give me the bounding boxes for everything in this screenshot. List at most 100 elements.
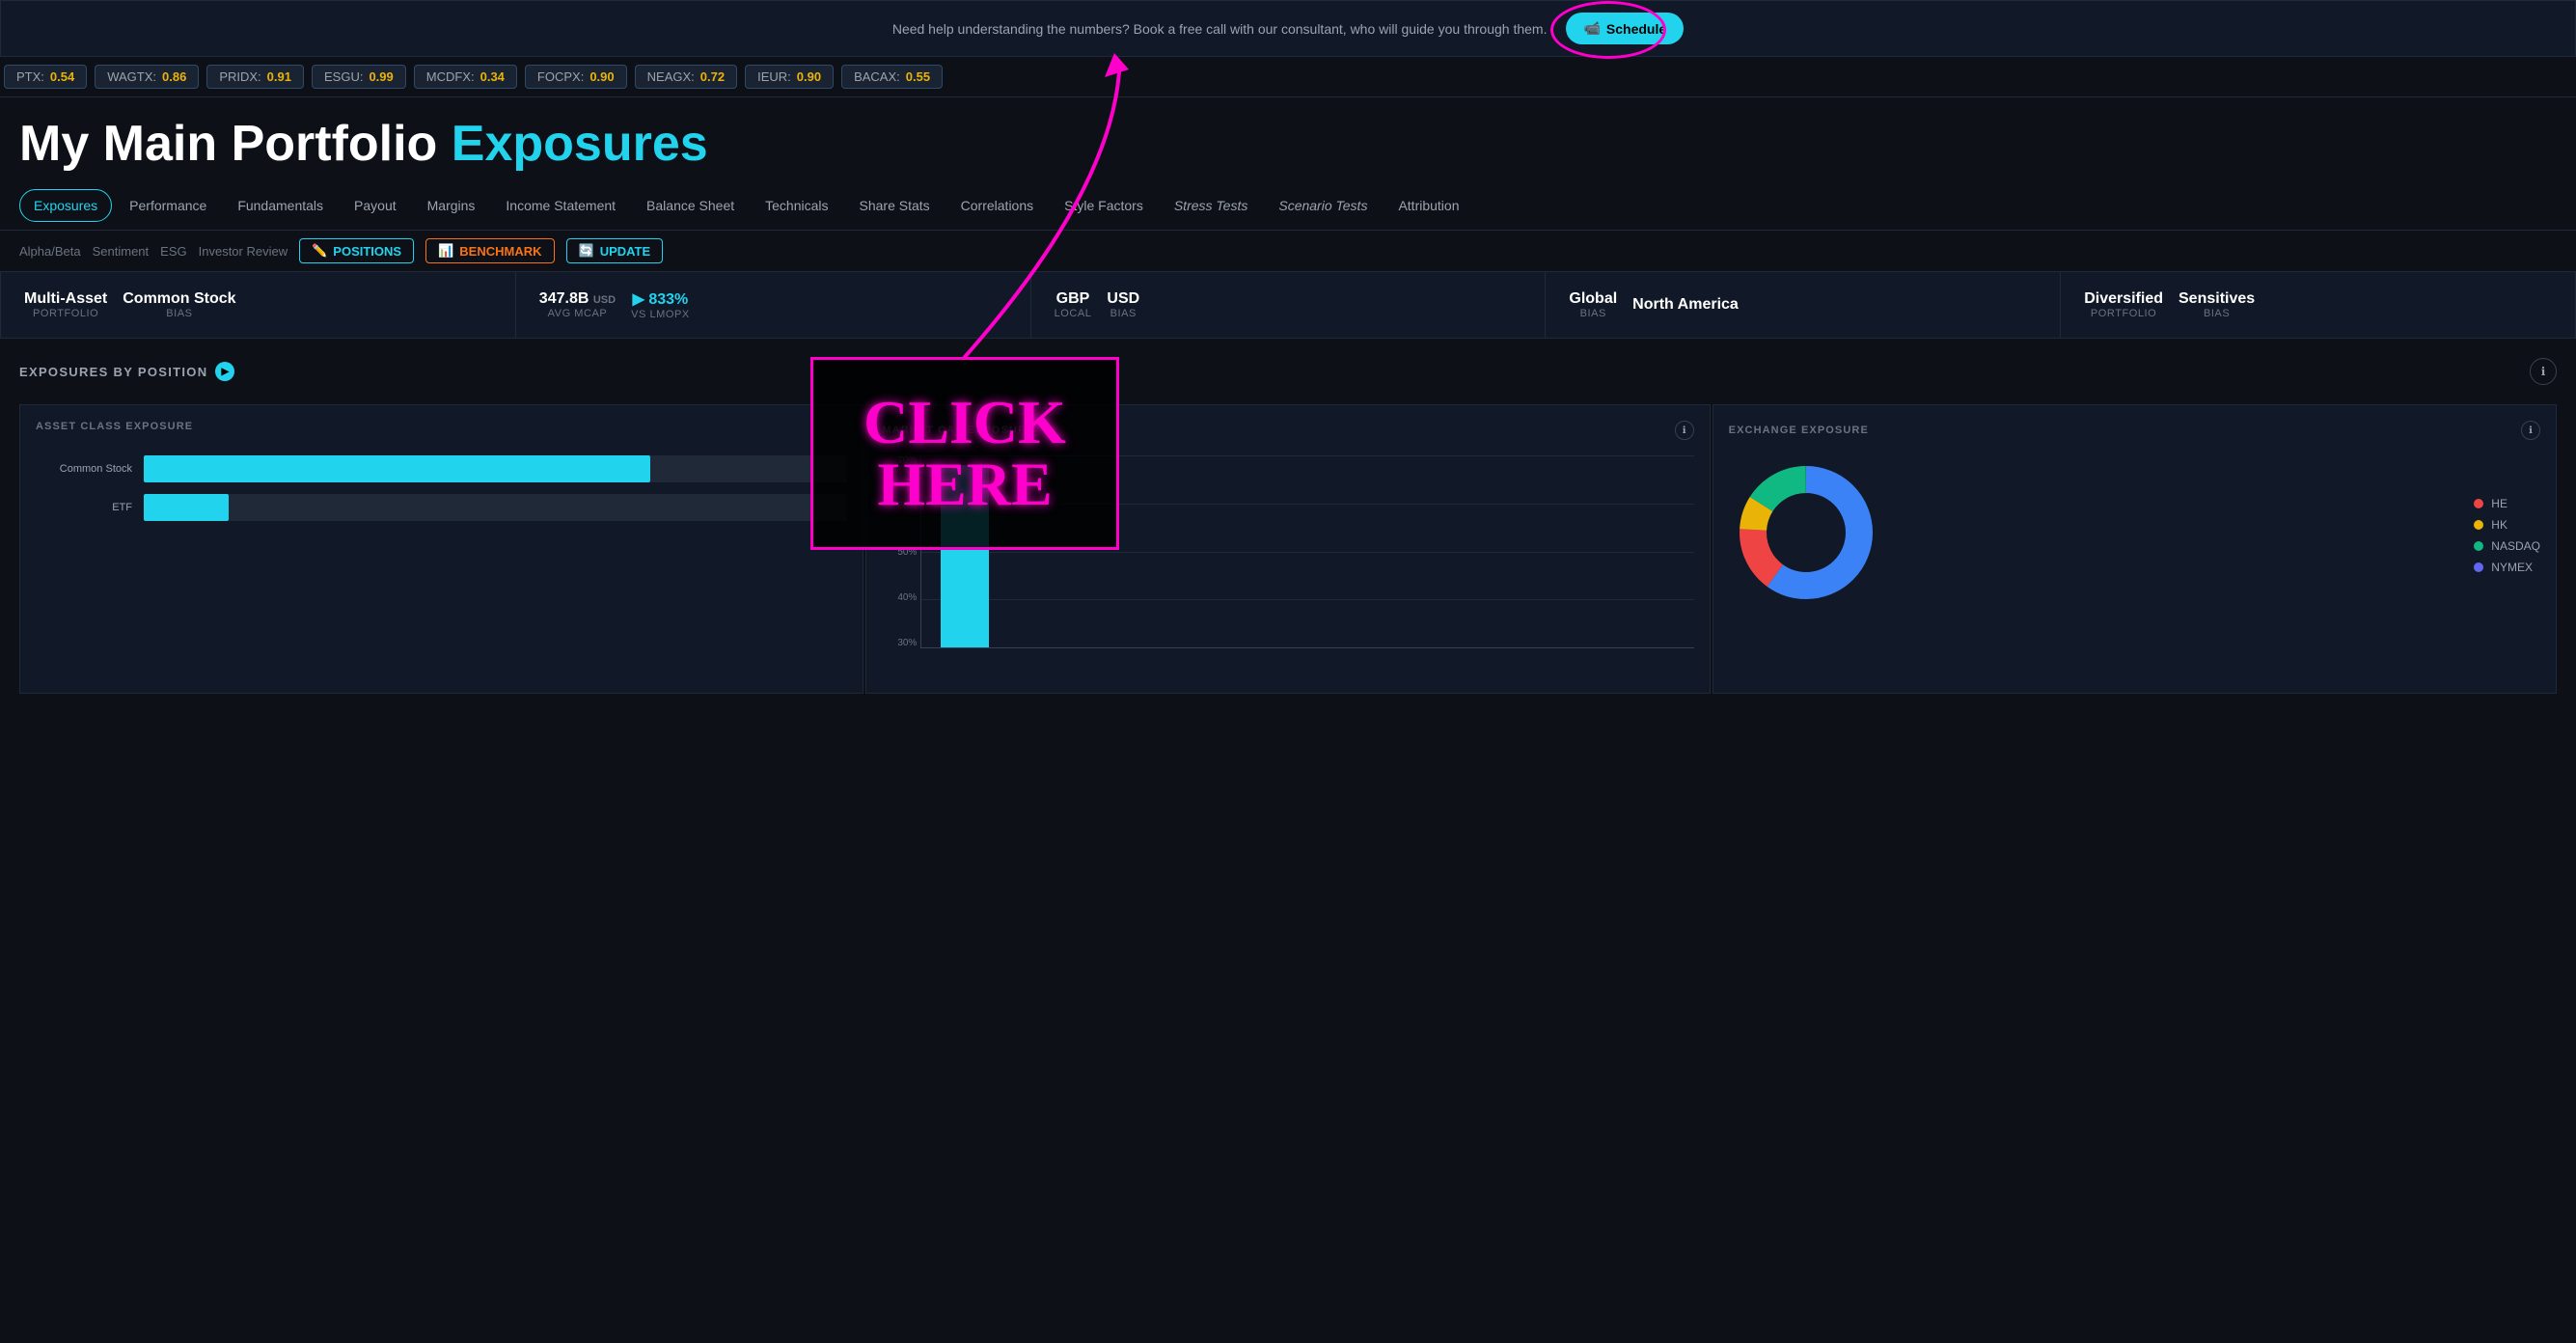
video-icon: 📹 xyxy=(1583,20,1600,37)
bar-row-etf: ETF xyxy=(36,494,847,521)
positions-label: POSITIONS xyxy=(333,244,401,259)
ticker-bar: PTX: 0.54 WAGTX: 0.86 PRIDX: 0.91 ESGU: … xyxy=(0,57,2576,97)
edit-icon: ✏️ xyxy=(312,243,327,259)
legend-label-nymex: NYMEX xyxy=(2491,561,2533,574)
ticker-esgu: ESGU: 0.99 xyxy=(312,65,406,89)
update-icon: 🔄 xyxy=(579,243,594,259)
stat-diversified: Diversified Portfolio xyxy=(2084,290,2163,319)
tab-stress-tests[interactable]: Stress Tests xyxy=(1161,190,1262,221)
tab-attribution[interactable]: Attribution xyxy=(1384,190,1472,221)
stats-bar: Multi-Asset Portfolio Common Stock Bias … xyxy=(0,271,2576,339)
ticker-neagx: NEAGX: 0.72 xyxy=(635,65,737,89)
ticker-wagtx: WAGTX: 0.86 xyxy=(95,65,199,89)
sub-nav-investor-review[interactable]: Investor Review xyxy=(199,244,288,259)
exchange-info-button[interactable]: ℹ xyxy=(2521,421,2540,440)
schedule-label: Schedule xyxy=(1606,21,1666,37)
stat-multi-asset: Multi-Asset Portfolio xyxy=(24,290,107,319)
benchmark-label: BENCHMARK xyxy=(459,244,541,259)
ticker-mcdfx: MCDFX: 0.34 xyxy=(414,65,517,89)
grid-line-70 xyxy=(921,455,1693,456)
stat-vs-lmopx: ▶ 833% vs LMOPX xyxy=(631,289,690,320)
notification-text: Need help understanding the numbers? Boo… xyxy=(892,21,1548,37)
asset-class-bar-chart: Common Stock ETF xyxy=(36,448,847,529)
market-cap-bar xyxy=(941,465,989,647)
stat-bias-usd-value: USD xyxy=(1107,290,1139,308)
sub-nav: Alpha/Beta Sentiment ESG Investor Review… xyxy=(0,231,2576,271)
stats-portfolio-type: Multi-Asset Portfolio Common Stock Bias xyxy=(1,272,516,338)
schedule-btn-wrapper: 📹 Schedule xyxy=(1566,13,1684,44)
bar-track-common-stock xyxy=(144,455,847,482)
schedule-button[interactable]: 📹 Schedule xyxy=(1566,13,1684,44)
legend-dot-nasdaq xyxy=(2474,541,2483,551)
update-button[interactable]: 🔄 UPDATE xyxy=(566,238,664,263)
stat-north-america-value: North America xyxy=(1632,296,1739,314)
bar-fill-etf xyxy=(144,494,229,521)
sub-nav-alpha-beta[interactable]: Alpha/Beta xyxy=(19,244,81,259)
update-label: UPDATE xyxy=(600,244,650,259)
charts-grid: ASSET CLASS EXPOSURE Common Stock ETF xyxy=(19,404,2557,694)
stat-diversified-value: Diversified xyxy=(2084,290,2163,308)
stat-vs-lmopx-value: ▶ 833% xyxy=(633,289,689,309)
bar-label-common-stock: Common Stock xyxy=(36,463,132,475)
tab-scenario-tests[interactable]: Scenario Tests xyxy=(1265,190,1381,221)
expand-button[interactable]: ▶ xyxy=(215,362,234,381)
stat-local-label: Local xyxy=(1055,308,1092,319)
legend-nymex: NYMEX xyxy=(2474,561,2540,574)
donut-svg xyxy=(1729,455,2455,615)
stat-sensitives-label: Bias xyxy=(2204,308,2230,319)
stat-vs-lmopx-label: vs LMOPX xyxy=(631,309,690,320)
y-axis-labels: 70% 60% 50% 40% 30% xyxy=(882,455,917,648)
tab-correlations[interactable]: Correlations xyxy=(947,190,1047,221)
asset-class-title-text: ASSET CLASS EXPOSURE xyxy=(36,421,193,432)
donut-legend: HE HK NASDAQ NYMEX xyxy=(2474,497,2540,574)
stats-region: Global Bias North America xyxy=(1546,272,2061,338)
tab-share-stats[interactable]: Share Stats xyxy=(846,190,944,221)
sub-nav-sentiment[interactable]: Sentiment xyxy=(93,244,150,259)
tab-exposures[interactable]: Exposures xyxy=(19,189,112,222)
market-cap-chart-area: 70% 60% 50% 40% 30% xyxy=(882,455,1693,668)
sub-nav-esg[interactable]: ESG xyxy=(160,244,186,259)
legend-nasdaq: NASDAQ xyxy=(2474,539,2540,553)
stat-common-stock: Common Stock Bias xyxy=(123,290,235,319)
tab-income-statement[interactable]: Income Statement xyxy=(492,190,629,221)
info-button[interactable]: ℹ xyxy=(2530,358,2557,385)
portfolio-title: My Main Portfolio Exposures xyxy=(19,117,2557,172)
stats-market-cap: 347.8B USD Avg MCap ▶ 833% vs LMOPX xyxy=(516,272,1031,338)
section-title: EXPOSURES BY POSITION ▶ xyxy=(19,362,234,381)
portfolio-header: My Main Portfolio Exposures xyxy=(0,97,2576,181)
tab-balance-sheet[interactable]: Balance Sheet xyxy=(633,190,748,221)
stat-bias-usd: USD Bias xyxy=(1107,290,1139,319)
tab-style-factors[interactable]: Style Factors xyxy=(1051,190,1157,221)
stat-sensitives-value: Sensitives xyxy=(2179,290,2255,308)
legend-dot-nymex xyxy=(2474,562,2483,572)
stats-currency: GBP Local USD Bias xyxy=(1031,272,1547,338)
stat-sensitives: Sensitives Bias xyxy=(2179,290,2255,319)
section-header: EXPOSURES BY POSITION ▶ ℹ xyxy=(19,358,2557,385)
stat-avg-mcap-label: Avg MCap xyxy=(548,308,608,319)
asset-class-panel: ASSET CLASS EXPOSURE Common Stock ETF xyxy=(19,404,863,694)
stat-local: GBP Local xyxy=(1055,290,1092,319)
tab-technicals[interactable]: Technicals xyxy=(752,190,841,221)
stat-bias-label: Bias xyxy=(166,308,192,319)
legend-hk: HK xyxy=(2474,518,2540,532)
tab-payout[interactable]: Payout xyxy=(341,190,410,221)
donut-container: HE HK NASDAQ NYMEX xyxy=(1729,455,2540,615)
stat-global-label: Bias xyxy=(1580,308,1606,319)
ticker-focpx: FOCPX: 0.90 xyxy=(525,65,627,89)
tab-margins[interactable]: Margins xyxy=(414,190,489,221)
content-area: EXPOSURES BY POSITION ▶ ℹ ASSET CLASS EX… xyxy=(0,339,2576,713)
market-cap-info-button[interactable]: ℹ xyxy=(1675,421,1694,440)
positions-button[interactable]: ✏️ POSITIONS xyxy=(299,238,414,263)
nav-tabs: Exposures Performance Fundamentals Payou… xyxy=(0,181,2576,231)
tab-performance[interactable]: Performance xyxy=(116,190,220,221)
benchmark-button[interactable]: 📊 BENCHMARK xyxy=(425,238,554,263)
legend-he: HE xyxy=(2474,497,2540,510)
section-title-text: EXPOSURES BY POSITION xyxy=(19,365,207,379)
tab-fundamentals[interactable]: Fundamentals xyxy=(224,190,337,221)
stat-diversified-label: Portfolio xyxy=(2091,308,2156,319)
stat-avg-mcap-value: 347.8B USD xyxy=(539,290,616,308)
grid-line-50 xyxy=(921,552,1693,553)
legend-dot-he xyxy=(2474,499,2483,508)
ticker-bacax: BACAX: 0.55 xyxy=(841,65,943,89)
stat-portfolio-label: Portfolio xyxy=(33,308,98,319)
